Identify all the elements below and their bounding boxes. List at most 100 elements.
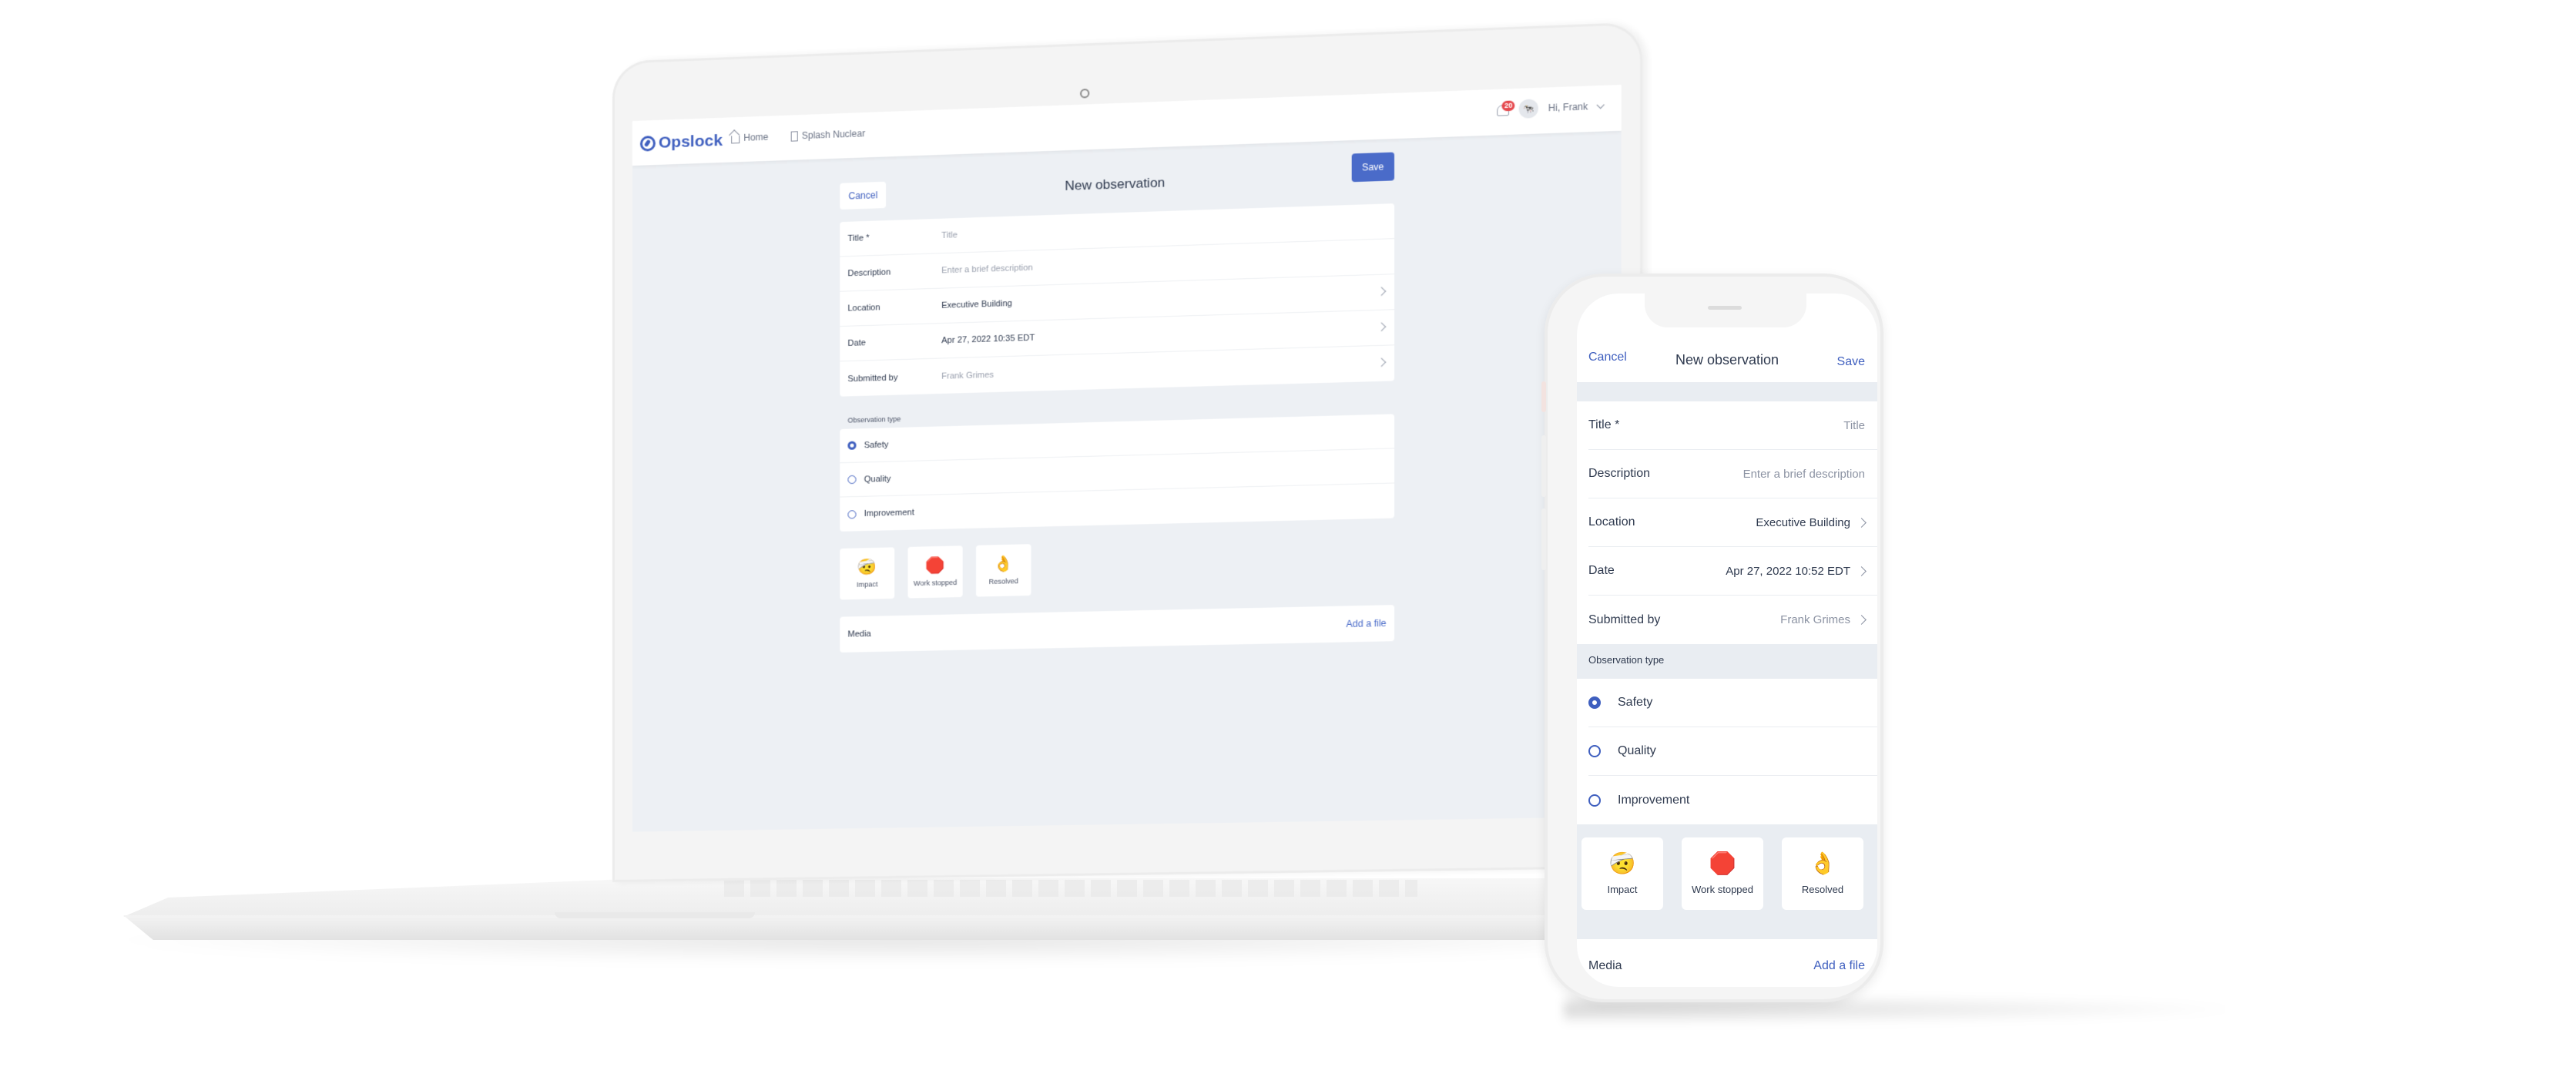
phone-tag-work-stopped[interactable]: 🛑 Work stopped: [1682, 837, 1763, 910]
injured-face-icon: 🤕: [857, 558, 877, 576]
volume-down-button: [1541, 508, 1546, 570]
chevron-right-icon[interactable]: [1857, 615, 1867, 625]
top-navigation-bar: Opslock Home Splash Nuclear 20 🐄 Hi, Fra…: [632, 84, 1622, 166]
location-value: Executive Building: [941, 298, 1012, 310]
phone-radio-quality[interactable]: Quality: [1588, 727, 1877, 776]
tag-resolved[interactable]: 👌 Resolved: [975, 544, 1031, 597]
phone-field-description[interactable]: Description Enter a brief description: [1588, 450, 1877, 498]
stop-sign-icon: 🛑: [1709, 851, 1736, 875]
radio-label: Quality: [1618, 744, 1656, 757]
phone-tag-resolved[interactable]: 👌 Resolved: [1782, 837, 1863, 910]
radio-unchecked-icon[interactable]: [1588, 794, 1601, 807]
laptop-lid-notch: [555, 912, 755, 918]
phone-media-row: Media Add a file: [1577, 939, 1877, 987]
field-label: Description: [1588, 467, 1651, 480]
phone-radio-improvement[interactable]: Improvement: [1588, 776, 1877, 824]
description-input[interactable]: Enter a brief description: [941, 263, 1033, 276]
tag-label: Resolved: [988, 576, 1018, 586]
phone-page-title: New observation: [1675, 352, 1779, 367]
laptop-base-front: [123, 915, 1618, 940]
save-button[interactable]: Save: [1351, 152, 1395, 183]
user-area: 20 🐄 Hi, Frank: [1496, 96, 1605, 119]
laptop-screen: Opslock Home Splash Nuclear 20 🐄 Hi, Fra…: [632, 84, 1622, 832]
chevron-right-icon[interactable]: [1377, 287, 1387, 296]
radio-unchecked-icon[interactable]: [1588, 745, 1601, 757]
radio-checked-icon[interactable]: [847, 441, 857, 450]
speaker-grille: [1708, 306, 1742, 310]
location-value: Executive Building: [1756, 515, 1850, 529]
field-label: Description: [847, 267, 891, 279]
phone-tag-tiles: 🤕 Impact 🛑 Work stopped 👌 Resolved: [1581, 837, 1863, 910]
nav-site-label: Splash Nuclear: [801, 128, 866, 142]
phone-notch: [1645, 294, 1806, 327]
radio-checked-icon[interactable]: [1588, 696, 1601, 709]
observation-form: Cancel New observation Save Title * Titl…: [840, 148, 1395, 653]
nav-site[interactable]: Splash Nuclear: [790, 128, 866, 142]
radio-label: Safety: [1618, 696, 1653, 709]
chevron-right-icon[interactable]: [1377, 357, 1387, 367]
phone-save-button[interactable]: Save: [1837, 355, 1865, 369]
tag-tiles: 🤕 Impact 🛑 Work stopped 👌 Resolved: [840, 535, 1394, 600]
nav-home[interactable]: Home: [731, 132, 768, 144]
user-greeting[interactable]: Hi, Frank: [1548, 101, 1588, 113]
radio-label: Improvement: [1618, 793, 1690, 807]
phone-add-file-link[interactable]: Add a file: [1813, 959, 1865, 973]
avatar[interactable]: 🐄: [1518, 99, 1539, 119]
opslock-logo-icon: [639, 135, 656, 152]
chevron-right-icon[interactable]: [1857, 517, 1867, 528]
field-label: Submitted by: [1588, 612, 1661, 626]
tag-label: Resolved: [1801, 883, 1844, 895]
media-card: Media Add a file: [840, 605, 1395, 653]
radio-label: Improvement: [864, 508, 914, 519]
logo-text: Opslock: [658, 131, 723, 152]
radio-label: Safety: [864, 439, 889, 450]
phone-tag-impact[interactable]: 🤕 Impact: [1581, 837, 1663, 910]
description-input[interactable]: Enter a brief description: [1743, 468, 1865, 481]
add-file-link[interactable]: Add a file: [1346, 618, 1386, 629]
tag-label: Impact: [857, 579, 878, 589]
tag-label: Impact: [1607, 883, 1638, 895]
chevron-down-icon[interactable]: [1596, 100, 1605, 109]
opslock-logo[interactable]: Opslock: [639, 131, 723, 153]
volume-up-button: [1541, 435, 1546, 497]
laptop-base: [123, 878, 1618, 971]
field-label: Date: [847, 338, 866, 348]
stop-sign-icon: 🛑: [925, 556, 945, 575]
field-label: Submitted by: [847, 372, 898, 384]
notifications-button[interactable]: 20: [1496, 100, 1515, 117]
chevron-right-icon[interactable]: [1857, 565, 1867, 576]
mute-switch: [1541, 381, 1546, 412]
phone-screen: Cancel New observation Save Title * Titl…: [1577, 294, 1877, 987]
phone-field-title[interactable]: Title * Title: [1588, 401, 1877, 450]
radio-unchecked-icon[interactable]: [847, 475, 857, 485]
keyboard-keys: [724, 880, 1417, 897]
phone-radio-safety[interactable]: Safety: [1588, 679, 1877, 727]
ok-hand-icon: 👌: [993, 555, 1014, 573]
injured-face-icon: 🤕: [1608, 851, 1636, 875]
submitted-by-value: Frank Grimes: [941, 370, 995, 381]
title-input[interactable]: Title: [1843, 419, 1865, 432]
title-input[interactable]: Title: [941, 230, 958, 240]
radio-unchecked-icon[interactable]: [847, 509, 857, 519]
field-label: Location: [1588, 515, 1635, 529]
phone-observation-type-list: Safety Quality Improvement: [1577, 679, 1877, 824]
page-title: New observation: [1065, 175, 1166, 194]
ok-hand-icon: 👌: [1809, 851, 1836, 875]
observation-type-card: Safety Quality Improvement: [840, 414, 1395, 532]
tag-impact[interactable]: 🤕 Impact: [840, 547, 895, 600]
tag-work-stopped[interactable]: 🛑 Work stopped: [907, 545, 963, 599]
media-label: Media: [847, 629, 871, 639]
field-label: Title *: [1588, 418, 1620, 431]
phone-field-location[interactable]: Location Executive Building: [1588, 498, 1877, 547]
media-label: Media: [1588, 959, 1622, 972]
chevron-right-icon[interactable]: [1377, 322, 1387, 332]
notification-badge: 20: [1501, 100, 1515, 112]
building-icon: [790, 130, 798, 142]
details-card: Title * Title Description Enter a brief …: [840, 203, 1395, 397]
field-label: Date: [1588, 564, 1615, 577]
phone-field-submitted-by[interactable]: Submitted by Frank Grimes: [1588, 596, 1877, 644]
date-value: Apr 27, 2022 10:35 EDT: [941, 333, 1035, 346]
phone-field-date[interactable]: Date Apr 27, 2022 10:52 EDT: [1588, 547, 1877, 596]
phone-observation-type-heading: Observation type: [1588, 654, 1665, 666]
home-icon: [731, 136, 740, 144]
